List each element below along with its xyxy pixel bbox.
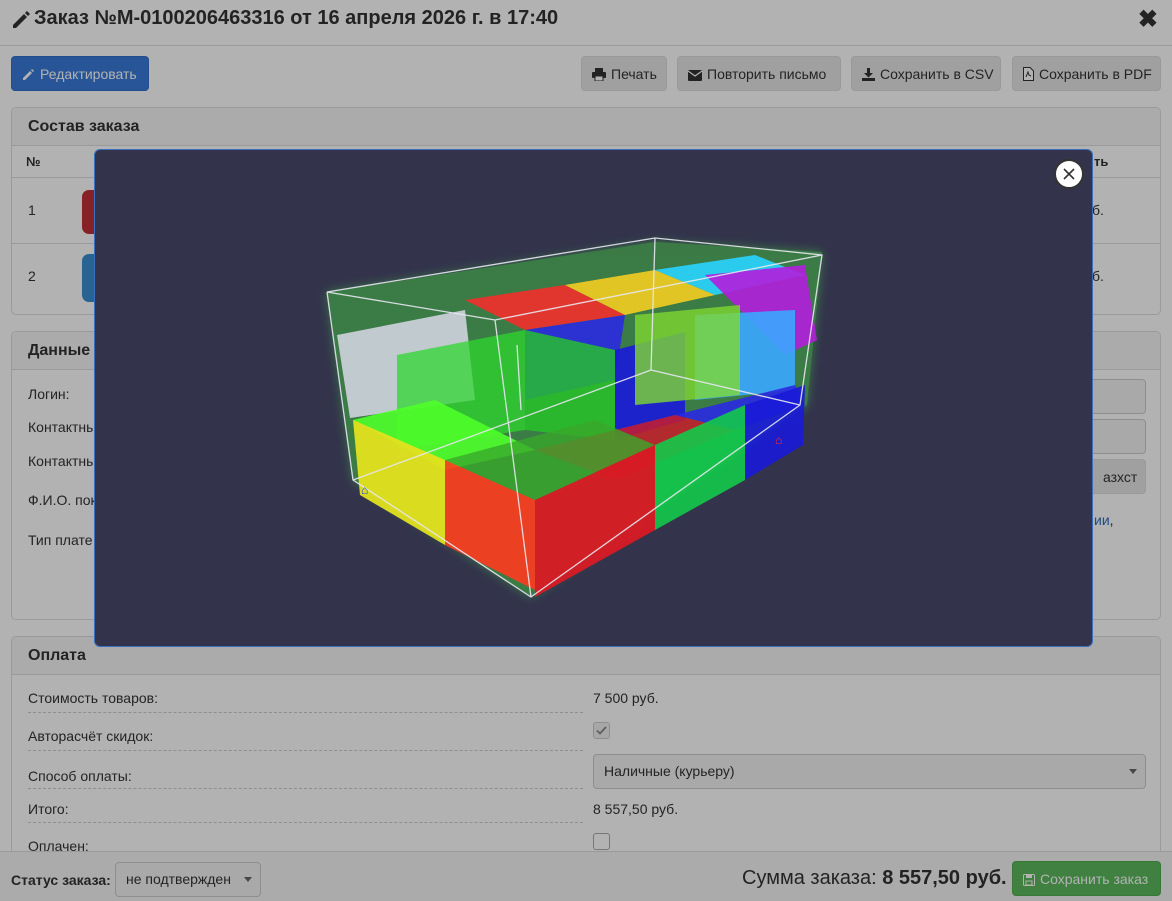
axis-marker: ⌂ [775,433,782,447]
axis-marker: ⌂ [361,483,368,497]
3d-box-render[interactable]: ⌂ ⌂ [95,150,1093,647]
close-icon [1063,168,1075,180]
order-page: Заказ №М-0100206463316 от 16 апреля 2026… [0,0,1172,901]
3d-viewer-modal: ⌂ ⌂ [94,149,1093,647]
modal-close-button[interactable] [1054,159,1084,189]
